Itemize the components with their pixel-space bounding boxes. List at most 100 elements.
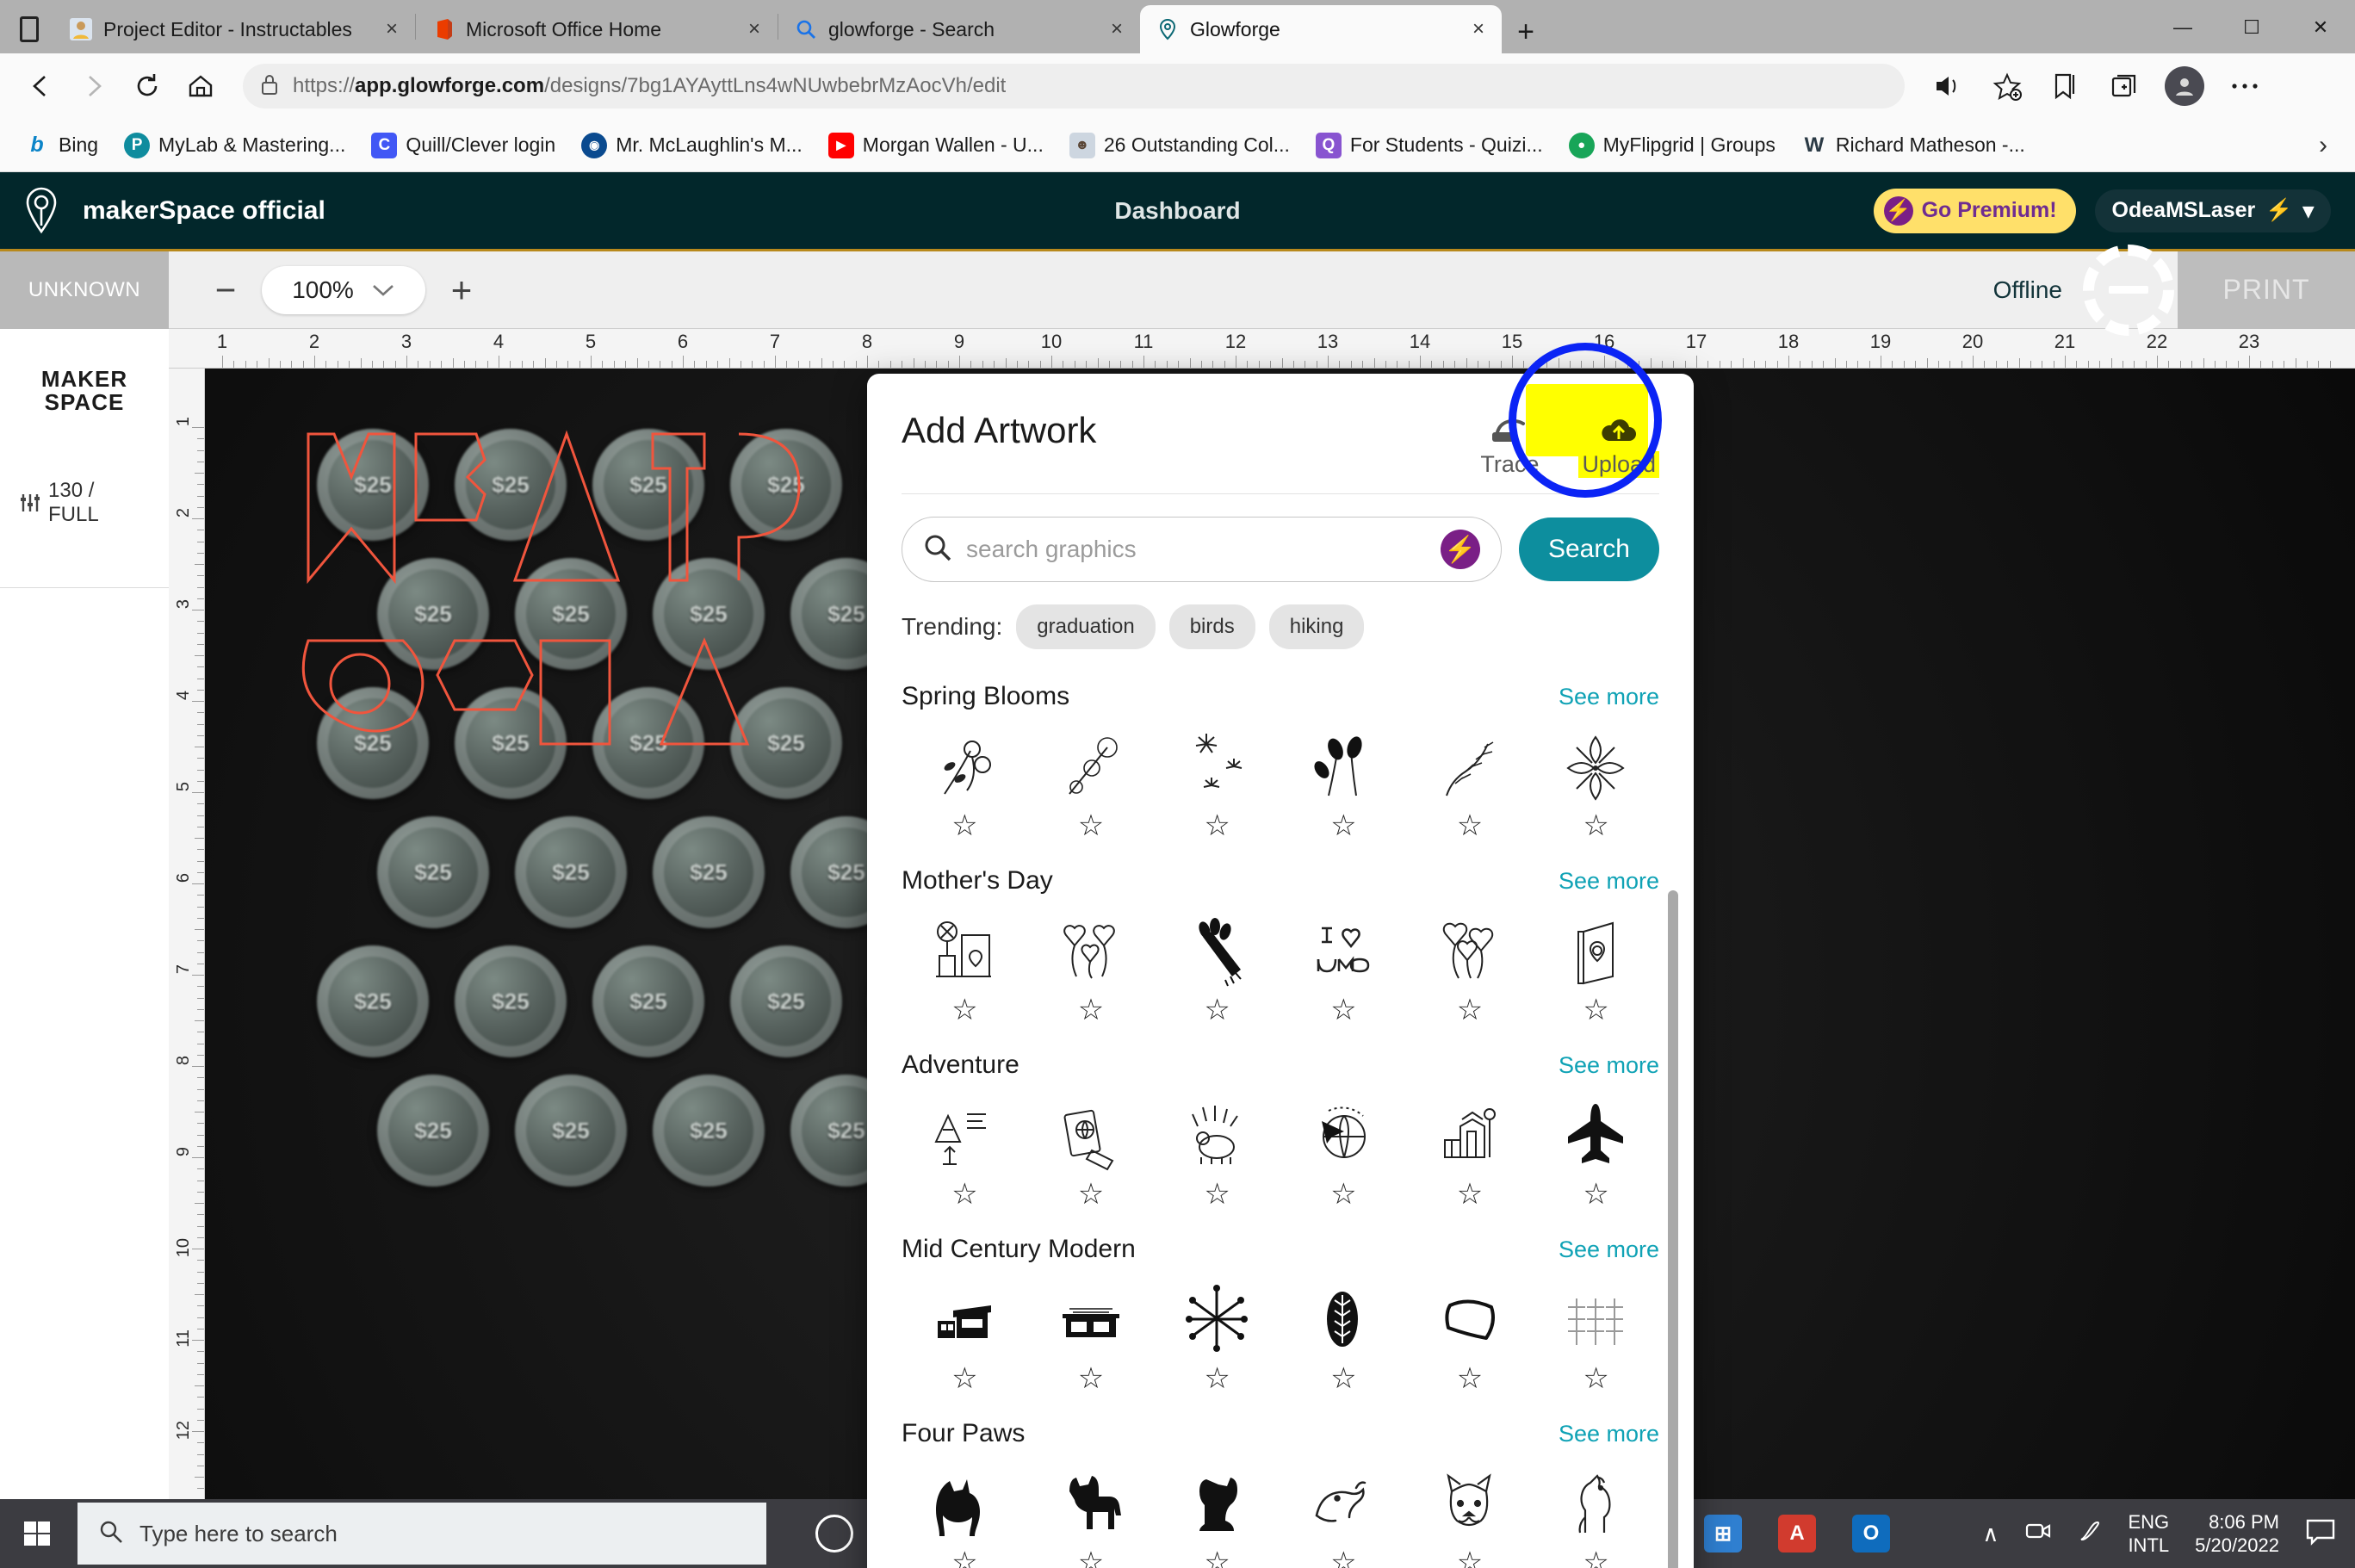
graphic-item[interactable]: ☆ <box>1533 1271 1659 1398</box>
graphic-item[interactable]: ☆ <box>1533 1455 1659 1568</box>
trending-tag-hiking[interactable]: hiking <box>1269 604 1365 649</box>
city-skyline-icon[interactable] <box>1428 1097 1511 1171</box>
favorite-star-icon[interactable]: ☆ <box>1330 1180 1356 1209</box>
search-button[interactable]: Search <box>1519 518 1659 581</box>
cortana-icon[interactable] <box>801 1499 868 1568</box>
design-thumbnail[interactable]: MAKER SPACE 130 / FULL <box>0 329 169 527</box>
favorite-star-icon[interactable]: ☆ <box>951 811 977 840</box>
material-status-chip[interactable]: UNKNOWN <box>0 251 169 329</box>
firework-bloom-icon[interactable] <box>1176 728 1259 803</box>
i-love-mom-icon[interactable] <box>1302 913 1385 987</box>
graphic-item[interactable]: ☆ <box>1154 1455 1280 1568</box>
favorite-star-icon[interactable]: ☆ <box>1078 811 1104 840</box>
boomerang-shape-icon[interactable] <box>1428 1281 1511 1355</box>
tab-close-icon[interactable]: × <box>1102 15 1131 44</box>
graphic-item[interactable]: ☆ <box>1028 1087 1155 1214</box>
graphic-item[interactable]: ☆ <box>1028 718 1155 846</box>
favorite-star-icon[interactable]: ☆ <box>1457 1364 1483 1393</box>
graphic-item[interactable]: ☆ <box>1028 1271 1155 1398</box>
favorite-star-icon[interactable]: ☆ <box>1204 811 1230 840</box>
bookmark-bing[interactable]: b Bing <box>14 127 108 164</box>
passport-globe-icon[interactable] <box>1050 1097 1132 1171</box>
bookmark-myflipgrid[interactable]: ● MyFlipgrid | Groups <box>1559 127 1786 164</box>
graphic-item[interactable]: ☆ <box>1154 718 1280 846</box>
geometric-flower-icon[interactable] <box>1555 728 1638 803</box>
collections-icon[interactable] <box>2098 61 2151 111</box>
graphics-catalog[interactable]: Spring BloomsSee more☆☆☆☆☆☆Mother's DayS… <box>867 666 1694 1568</box>
favorite-star-icon[interactable]: ☆ <box>1204 1364 1230 1393</box>
sunburst-bear-icon[interactable] <box>1176 1097 1259 1171</box>
atomic-starburst-icon[interactable] <box>1176 1281 1259 1355</box>
flower-vase-frame-icon[interactable] <box>923 913 1006 987</box>
see-more-link[interactable]: See more <box>1559 1236 1659 1263</box>
favorite-star-icon[interactable]: ☆ <box>1204 1180 1230 1209</box>
airplane-icon[interactable] <box>1555 1097 1638 1171</box>
back-icon[interactable] <box>15 61 65 111</box>
bookmark-26-outstanding[interactable]: ☻ 26 Outstanding Col... <box>1059 127 1300 164</box>
reload-icon[interactable] <box>122 61 172 111</box>
graphic-item[interactable]: ☆ <box>902 902 1028 1030</box>
graphic-item[interactable]: ☆ <box>1407 902 1534 1030</box>
graphic-item[interactable]: ☆ <box>902 718 1028 846</box>
search-input[interactable] <box>966 536 1427 563</box>
modern-house-icon[interactable] <box>923 1281 1006 1355</box>
favorite-star-icon[interactable]: ☆ <box>1078 1180 1104 1209</box>
daisy-stem-icon[interactable] <box>1050 728 1132 803</box>
dog-sitting-icon[interactable] <box>1176 1466 1259 1540</box>
notification-icon[interactable] <box>2305 1518 2336 1550</box>
graphic-item[interactable]: ☆ <box>1280 1087 1407 1214</box>
graphic-item[interactable]: ☆ <box>1154 902 1280 1030</box>
bookmark-mylab[interactable]: P MyLab & Mastering... <box>114 127 356 164</box>
video-camera-icon[interactable] <box>2024 1520 2052 1548</box>
language-indicator[interactable]: ENG INTL <box>2128 1510 2169 1558</box>
bookmarks-overflow-icon[interactable]: › <box>2305 131 2341 160</box>
favorite-star-icon[interactable]: ☆ <box>1457 1180 1483 1209</box>
graphics-search-field[interactable]: ⚡ <box>902 517 1502 582</box>
tab-close-icon[interactable]: × <box>377 15 406 44</box>
heart-balloon-trio-icon[interactable] <box>1428 913 1511 987</box>
browser-tab-1[interactable]: Microsoft Office Home × <box>416 5 778 53</box>
cat-silhouette-icon[interactable] <box>923 1466 1006 1540</box>
graphic-item[interactable]: ☆ <box>902 1455 1028 1568</box>
graphic-item[interactable]: ☆ <box>902 1271 1028 1398</box>
favorite-star-icon[interactable]: ☆ <box>1078 1548 1104 1568</box>
leaf-oval-icon[interactable] <box>1302 1281 1385 1355</box>
windows-start-icon[interactable] <box>0 1499 74 1568</box>
tab-actions-icon[interactable] <box>5 5 53 53</box>
see-more-link[interactable]: See more <box>1559 1052 1659 1079</box>
zoom-in-button[interactable]: + <box>444 270 479 311</box>
bouquet-icon[interactable] <box>1176 913 1259 987</box>
poppy-pair-icon[interactable] <box>1302 728 1385 803</box>
graphic-item[interactable]: ☆ <box>1280 902 1407 1030</box>
clock[interactable]: 8:06 PM 5/20/2022 <box>2195 1510 2279 1558</box>
favorite-star-icon[interactable]: ☆ <box>1078 1364 1104 1393</box>
dog-face-line-icon[interactable] <box>1302 1466 1385 1540</box>
trending-tag-birds[interactable]: birds <box>1169 604 1255 649</box>
browser-tab-0[interactable]: Project Editor - Instructables × <box>53 5 415 53</box>
outlook-icon[interactable]: O <box>1838 1499 1905 1568</box>
favorite-star-icon[interactable]: ☆ <box>951 1364 977 1393</box>
tab-close-icon[interactable]: × <box>1464 15 1493 44</box>
favorite-star-icon[interactable]: ☆ <box>1583 1548 1608 1568</box>
favorite-star-icon[interactable]: ☆ <box>1330 995 1356 1025</box>
favorite-star-icon[interactable]: ☆ <box>1457 995 1483 1025</box>
mountain-road-icon[interactable] <box>923 1097 1006 1171</box>
graphic-item[interactable]: ☆ <box>1407 1087 1534 1214</box>
favorite-star-icon[interactable]: ☆ <box>1583 811 1608 840</box>
favorite-star-icon[interactable]: ☆ <box>951 1548 977 1568</box>
heart-balloons-icon[interactable] <box>1050 913 1132 987</box>
user-menu-button[interactable]: OdeaMSLaser ⚡ ▾ <box>2095 189 2331 232</box>
see-more-link[interactable]: See more <box>1559 1421 1659 1447</box>
graphic-item[interactable]: ☆ <box>902 1087 1028 1214</box>
favorite-star-icon[interactable]: ☆ <box>1457 1548 1483 1568</box>
close-window-button[interactable]: ✕ <box>2286 5 2355 50</box>
graphic-item[interactable]: ☆ <box>1280 1271 1407 1398</box>
design-setting-row[interactable]: 130 / FULL <box>19 479 150 527</box>
favorite-star-icon[interactable]: ☆ <box>951 995 977 1025</box>
wildflower-sprig-icon[interactable] <box>923 728 1006 803</box>
print-button[interactable]: PRINT <box>2178 251 2355 329</box>
graphic-item[interactable]: ☆ <box>1154 1271 1280 1398</box>
upload-button[interactable]: Upload <box>1578 410 1659 478</box>
graphic-item[interactable]: ☆ <box>1154 1087 1280 1214</box>
zoom-level-select[interactable]: 100% <box>262 266 425 314</box>
